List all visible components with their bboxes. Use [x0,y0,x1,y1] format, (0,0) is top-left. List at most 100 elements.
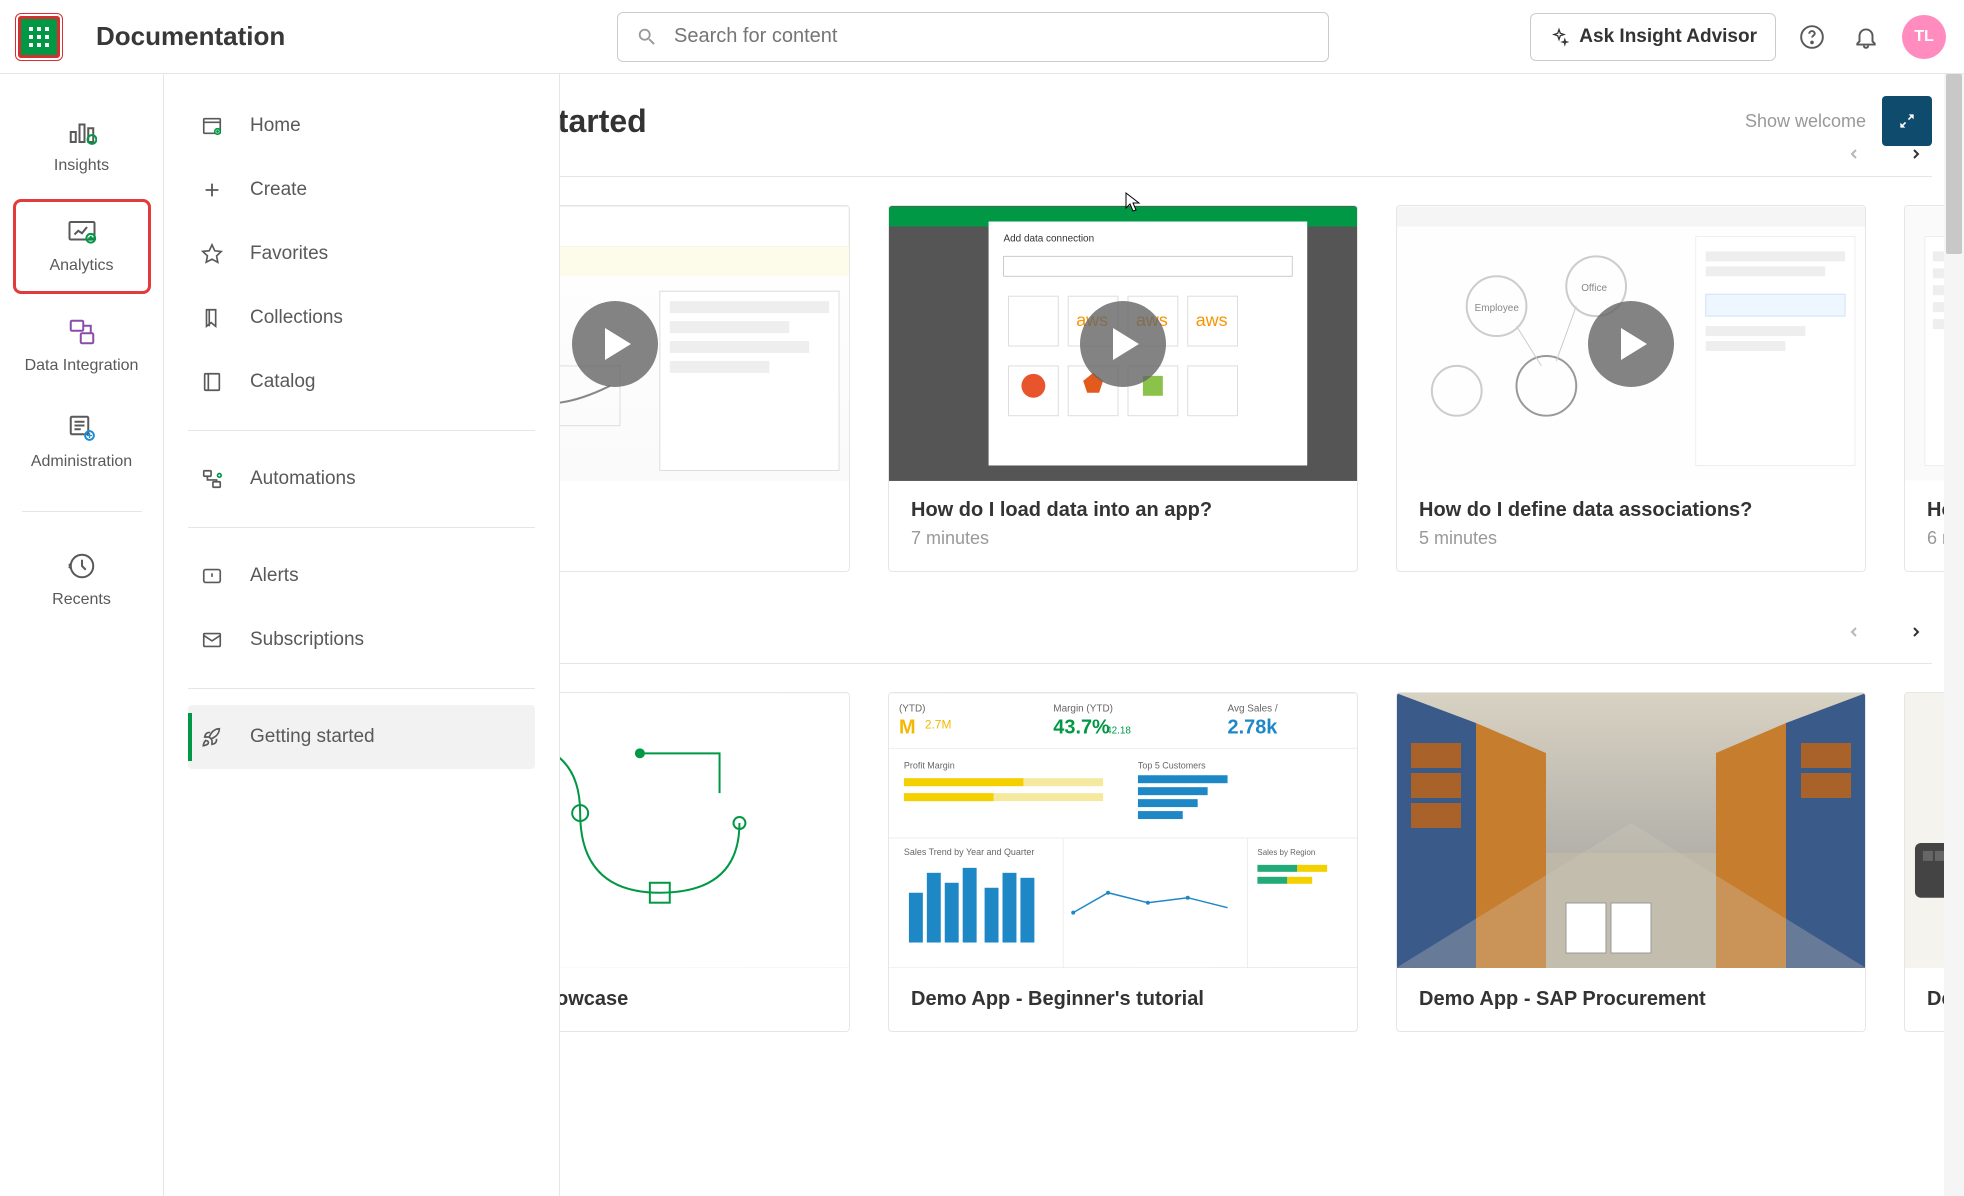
card-body: ate an app? [560,481,849,550]
header-actions: Ask Insight Advisor TL [1530,13,1946,61]
app-thumbnail: kTH DATA [560,693,849,968]
analytics-icon [66,216,98,248]
section-rule [560,176,1932,177]
top-header: Documentation Ask Insight Advisor TL [0,0,1964,74]
svg-text:43.7%: 43.7% [1053,716,1110,738]
search-box[interactable] [617,12,1329,62]
mail-icon [200,628,224,652]
content-title: started [560,103,647,140]
svg-text:Profit Margin: Profit Margin [904,760,955,770]
svg-text:Sales Trend by Year and Quarte: Sales Trend by Year and Quarter [904,847,1034,857]
videos-next-button[interactable] [1900,138,1932,170]
content-header: started Show welcome [560,74,1964,146]
app-body: Visualization Showcase [560,968,849,1031]
menu-item-alerts[interactable]: Alerts [188,544,535,608]
play-icon [572,301,658,387]
chevron-left-icon [1846,624,1862,640]
home-icon [200,114,224,138]
app-card[interactable]: (YTD)M2.7MMargin (YTD)43.7%42.18Avg Sale… [888,692,1358,1032]
menu-item-catalog[interactable]: Catalog [188,350,535,414]
search-icon [636,26,658,48]
side-menu: Home Create Favorites Collections Catalo… [164,74,560,1196]
left-rail: Insights Analytics Data Integration Admi… [0,74,164,1196]
apps-prev-button[interactable] [1838,616,1870,648]
user-avatar[interactable]: TL [1902,15,1946,59]
scrollbar[interactable] [1944,74,1964,1196]
notifications-button[interactable] [1848,19,1884,55]
main-content: started Show welcome ate an app? [560,74,1964,1196]
bell-icon [1853,24,1879,50]
insight-label: Ask Insight Advisor [1579,26,1757,48]
play-icon [1080,301,1166,387]
page-title: Documentation [96,21,285,52]
menu-divider [188,688,535,689]
sparkle-icon [1549,27,1569,47]
svg-text:2.7M: 2.7M [925,717,952,731]
svg-text:Top 5 Customers: Top 5 Customers [1138,760,1206,770]
app-thumbnail: (YTD)M2.7MMargin (YTD)43.7%42.18Avg Sale… [889,693,1357,968]
app-card[interactable]: kTH DATA Visualization Showcase [560,692,850,1032]
video-card[interactable]: ate an app? [560,205,850,572]
video-title: How do I load data into an app? [911,499,1335,522]
grid-icon [27,25,51,49]
data-integration-icon [66,316,98,348]
video-duration: 5 minutes [1419,528,1843,549]
rail-item-analytics[interactable]: Analytics [13,199,151,294]
menu-item-collections[interactable]: Collections [188,286,535,350]
expand-icon [1897,111,1917,131]
search-input[interactable] [674,25,1310,48]
apps-row: kTH DATA Visualization Showcase (YTD)M2.… [560,692,1964,1032]
app-title: Demo App - Beginner's tutorial [911,988,1335,1011]
rail-item-data-integration[interactable]: Data Integration [13,302,151,391]
chevron-right-icon [1908,624,1924,640]
video-thumbnail: Add data connectionawsawsaws [889,206,1357,481]
menu-divider [188,430,535,431]
video-card[interactable]: Add data connectionawsawsaws How do I lo… [888,205,1358,572]
videos-prev-button[interactable] [1838,138,1870,170]
rail-item-recents[interactable]: Recents [13,536,151,625]
svg-text:Office: Office [1581,283,1607,294]
app-body: Demo App - SAP Procurement [1397,968,1865,1031]
card-body: How do I load data into an app? 7 minute… [889,481,1357,571]
scrollbar-thumb[interactable] [1946,74,1962,254]
help-button[interactable] [1794,19,1830,55]
video-title: How do I define data associations? [1419,499,1843,522]
app-card[interactable]: Demo App - SAP Procurement [1396,692,1866,1032]
administration-icon [66,412,98,444]
insight-advisor-button[interactable]: Ask Insight Advisor [1530,13,1776,61]
apps-next-button[interactable] [1900,616,1932,648]
app-title: Visualization Showcase [560,988,827,1011]
svg-text:(YTD): (YTD) [899,704,926,715]
menu-item-favorites[interactable]: Favorites [188,222,535,286]
mouse-cursor-icon [1125,192,1143,214]
video-thumbnail [560,206,849,481]
app-switcher-button[interactable] [18,16,60,58]
apps-nav [1838,616,1932,648]
star-icon [200,242,224,266]
apps-section-title: s [560,620,1964,651]
svg-text:Sales by Region: Sales by Region [1257,848,1315,857]
menu-divider [188,527,535,528]
svg-text:2.78k: 2.78k [1228,716,1279,738]
chevron-left-icon [1846,146,1862,162]
menu-item-create[interactable]: Create [188,158,535,222]
menu-item-getting-started[interactable]: Getting started [188,705,535,769]
svg-text:aws: aws [1196,310,1228,330]
svg-text:Employee: Employee [1475,303,1520,314]
rail-item-administration[interactable]: Administration [13,398,151,487]
svg-text:Avg Sales /: Avg Sales / [1228,704,1278,715]
menu-item-home[interactable]: Home [188,94,535,158]
videos-row: ate an app? Add data connectionawsawsaws… [560,205,1964,572]
videos-nav [1838,138,1932,170]
video-card[interactable]: Employee Office How do I define data asso… [1396,205,1866,572]
rail-item-insights[interactable]: Insights [13,102,151,191]
svg-text:Margin (YTD): Margin (YTD) [1053,704,1113,715]
automations-icon [200,467,224,491]
rail-divider [22,511,142,512]
svg-text:Add data connection: Add data connection [1004,233,1095,244]
menu-item-subscriptions[interactable]: Subscriptions [188,608,535,672]
menu-item-automations[interactable]: Automations [188,447,535,511]
rocket-icon [200,725,224,749]
insights-icon [66,116,98,148]
app-body: Demo App - Beginner's tutorial [889,968,1357,1031]
